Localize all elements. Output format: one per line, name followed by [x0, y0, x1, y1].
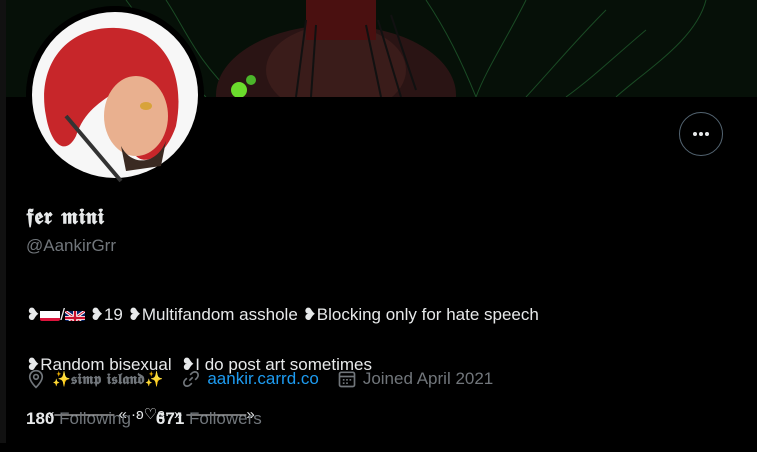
following-link[interactable]: 180 Following: [26, 409, 131, 429]
bio-line-1: ❥ / ❥19 ❥Multifandom asshole ❥Blocking on…: [26, 305, 539, 324]
join-date: Joined April 2021: [337, 369, 493, 389]
uk-flag-icon: [64, 307, 85, 321]
calendar-icon: [338, 371, 356, 388]
more-horizontal-icon: [693, 132, 709, 136]
website[interactable]: aankir.carrd.co: [181, 369, 319, 389]
location-pin-icon: [28, 369, 44, 389]
followers-label: Followers: [189, 409, 262, 428]
bio-heart: ❥: [26, 305, 41, 324]
poland-flag-icon: [40, 307, 61, 321]
user-handle: @AankirGrr: [26, 236, 116, 255]
location-text: ✨𝖘𝖎𝖒𝖕 𝖎𝖘𝖑𝖆𝖓𝖉✨: [52, 370, 164, 388]
followers-count: 671: [155, 409, 185, 428]
join-date-text: Joined April 2021: [362, 369, 494, 388]
website-link[interactable]: aankir.carrd.co: [207, 369, 319, 389]
follow-stats: 180 Following 671 Followers: [26, 409, 287, 429]
link-icon: [183, 371, 200, 387]
display-name: 𝖋𝖊𝖗 𝖒𝖎𝖓𝖎: [26, 204, 105, 230]
more-options-button[interactable]: [679, 112, 723, 156]
following-label: Following: [59, 409, 131, 428]
location: ✨𝖘𝖎𝖒𝖕 𝖎𝖘𝖑𝖆𝖓𝖉✨: [26, 369, 163, 389]
followers-link[interactable]: 671 Followers: [156, 409, 262, 429]
profile-meta: ✨𝖘𝖎𝖒𝖕 𝖎𝖘𝖑𝖆𝖓𝖉✨ aankir.carrd.co Joined Apr…: [26, 366, 511, 392]
following-count: 180: [26, 409, 55, 428]
profile-avatar[interactable]: [26, 6, 204, 184]
